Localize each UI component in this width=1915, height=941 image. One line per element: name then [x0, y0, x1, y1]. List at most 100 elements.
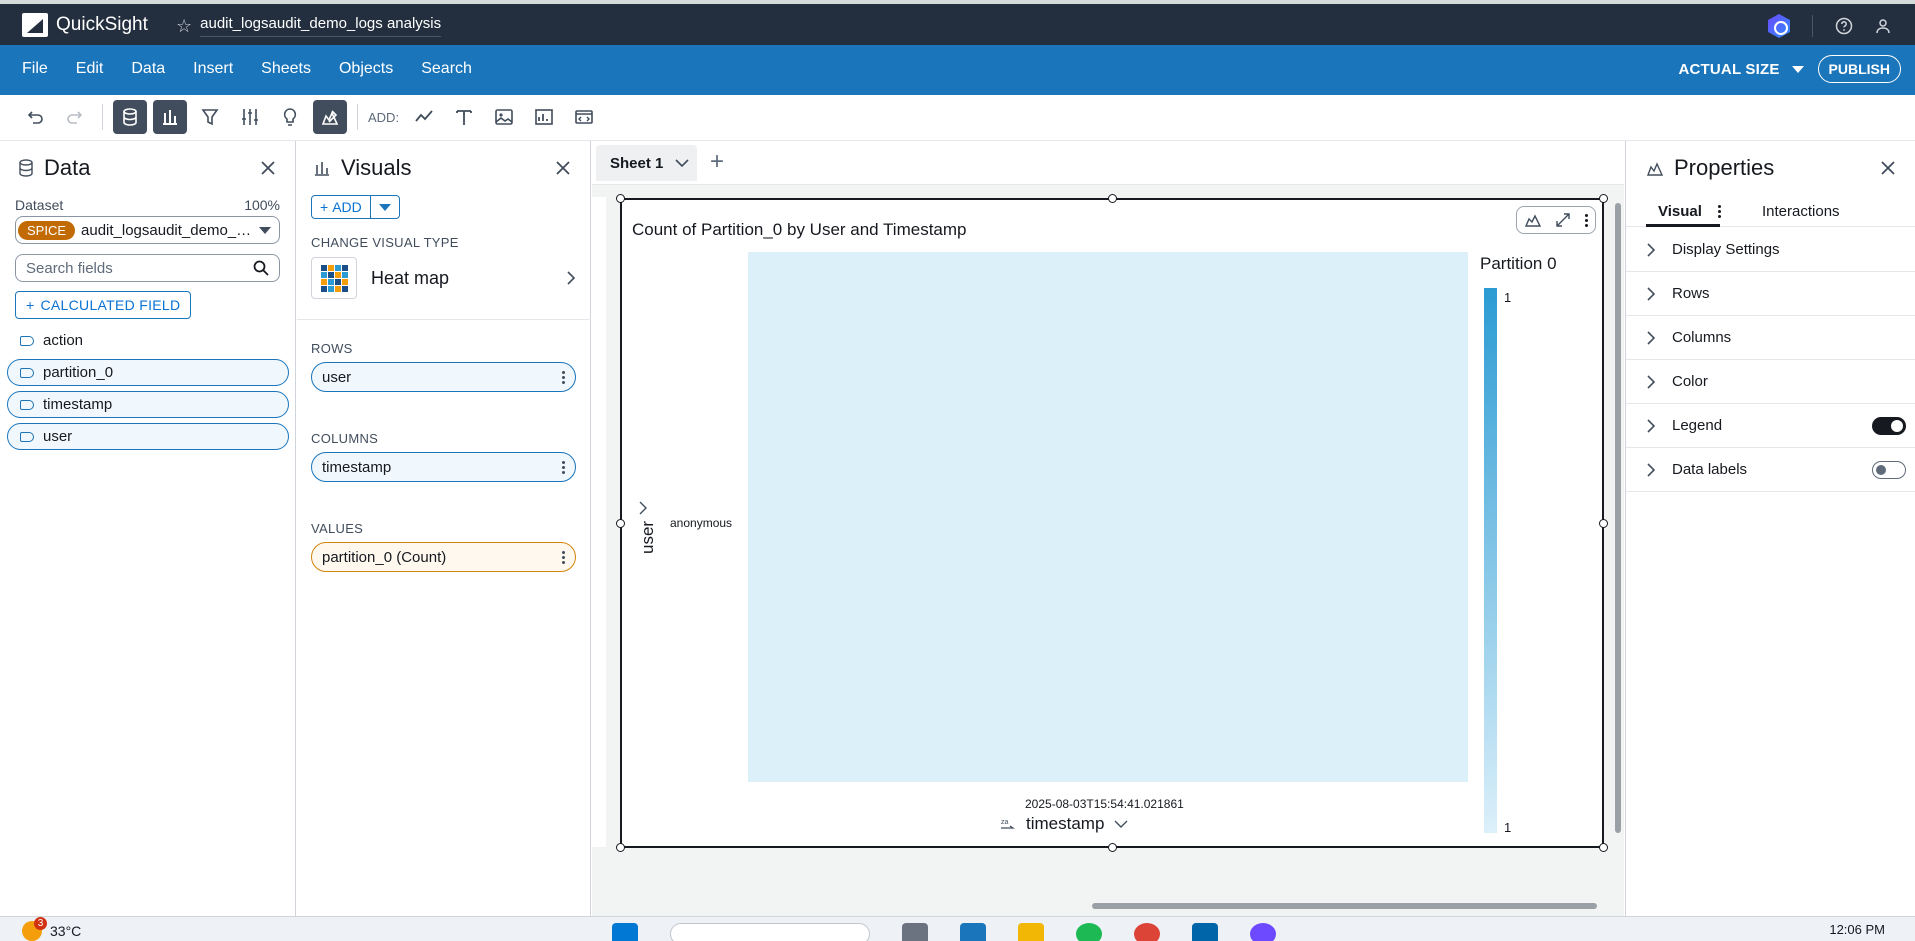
actual-size-dropdown[interactable]: ACTUAL SIZE: [1678, 61, 1804, 78]
analysis-title[interactable]: audit_logsaudit_demo_logs analysis: [200, 15, 442, 37]
taskbar-search-box[interactable]: [670, 923, 870, 941]
values-field-well[interactable]: partition_0 (Count): [311, 542, 576, 572]
more-options-icon[interactable]: [562, 460, 565, 474]
resize-handle[interactable]: [1108, 843, 1117, 852]
more-options-icon[interactable]: [562, 550, 565, 564]
resize-handle[interactable]: [1108, 194, 1117, 203]
chevron-right-icon[interactable]: [638, 500, 648, 516]
scrollbar-thumb[interactable]: [1092, 903, 1597, 909]
tab-interactions[interactable]: Interactions: [1762, 203, 1840, 220]
menu-objects[interactable]: Objects: [339, 60, 393, 78]
prop-row-data-labels[interactable]: Data labels: [1626, 448, 1915, 492]
redo-button[interactable]: [58, 100, 92, 134]
weather-sun-icon: 3: [22, 917, 47, 941]
resize-handle[interactable]: [1599, 194, 1608, 203]
scrollbar-thumb[interactable]: [1615, 203, 1621, 833]
resize-handle[interactable]: [1599, 843, 1608, 852]
prop-row-color[interactable]: Color: [1626, 360, 1915, 404]
menu-file[interactable]: File: [22, 60, 48, 78]
calculated-field-button[interactable]: + CALCULATED FIELD: [15, 291, 192, 319]
chevron-down-icon[interactable]: [1114, 819, 1128, 829]
heat-map-cell[interactable]: [748, 252, 1468, 782]
close-icon[interactable]: [554, 159, 572, 177]
add-sheet-icon[interactable]: +: [710, 150, 724, 174]
prop-row-legend[interactable]: Legend: [1626, 404, 1915, 448]
spotify-icon[interactable]: [1076, 923, 1102, 941]
amazon-q-icon[interactable]: [1768, 14, 1790, 38]
add-text-button[interactable]: [447, 100, 481, 134]
field-item-partition-0[interactable]: partition_0: [7, 359, 289, 386]
undo-button[interactable]: [18, 100, 52, 134]
menu-list: File Edit Data Insert Sheets Objects Sea…: [22, 60, 472, 78]
field-item-timestamp[interactable]: timestamp: [7, 391, 289, 418]
add-visual-button[interactable]: + ADD: [312, 196, 371, 218]
data-labels-toggle[interactable]: [1872, 460, 1906, 479]
publish-button[interactable]: PUBLISH: [1817, 55, 1901, 83]
search-fields-input[interactable]: Search fields: [15, 254, 280, 282]
add-visual-dropdown[interactable]: [371, 196, 399, 218]
prop-row-rows[interactable]: Rows: [1626, 272, 1915, 316]
close-icon[interactable]: [1879, 159, 1897, 177]
visual-type-selector[interactable]: Heat map: [311, 256, 576, 300]
resize-handle[interactable]: [616, 519, 625, 528]
format-visual-icon[interactable]: [1524, 212, 1542, 228]
chevron-right-icon: [1647, 242, 1656, 257]
sheet-tab[interactable]: Sheet 1: [596, 145, 698, 181]
rows-field-well[interactable]: user: [311, 362, 576, 392]
vscode-icon[interactable]: [1192, 923, 1218, 941]
chevron-right-icon: [1647, 462, 1656, 477]
prop-row-columns[interactable]: Columns: [1626, 316, 1915, 360]
dataset-select[interactable]: SPICE audit_logsaudit_demo_logs: [15, 216, 280, 244]
sort-icon[interactable]: za: [1000, 817, 1016, 831]
add-embed-button[interactable]: [567, 100, 601, 134]
more-options-icon[interactable]: [1718, 203, 1721, 218]
expand-icon[interactable]: [1555, 212, 1571, 228]
legend-toggle[interactable]: [1872, 416, 1906, 435]
user-profile-icon[interactable]: [1875, 18, 1891, 34]
properties-pane-toggle[interactable]: [313, 100, 347, 134]
resize-handle[interactable]: [1599, 519, 1608, 528]
columns-field-well[interactable]: timestamp: [311, 452, 576, 482]
messenger-icon[interactable]: [1250, 923, 1276, 941]
quicksight-logo[interactable]: QuickSight: [22, 13, 148, 37]
analysis-title-wrap: ☆ audit_logsaudit_demo_logs analysis: [176, 15, 442, 37]
filter-button[interactable]: [193, 100, 227, 134]
menu-insert[interactable]: Insert: [193, 60, 233, 78]
widgets-icon[interactable]: [960, 923, 986, 941]
add-line-visual-button[interactable]: [407, 100, 441, 134]
data-pane-toggle[interactable]: [113, 100, 147, 134]
parameters-button[interactable]: [233, 100, 267, 134]
add-insight-button[interactable]: [527, 100, 561, 134]
prop-row-display-settings[interactable]: Display Settings: [1626, 228, 1915, 272]
help-icon[interactable]: [1835, 17, 1853, 35]
insights-button[interactable]: [273, 100, 307, 134]
visuals-pane-toggle[interactable]: [153, 100, 187, 134]
task-view-icon[interactable]: [902, 923, 928, 941]
resize-handle[interactable]: [616, 194, 625, 203]
star-icon[interactable]: ☆: [176, 17, 192, 35]
chrome-icon[interactable]: [1134, 923, 1160, 941]
menu-search[interactable]: Search: [421, 60, 472, 78]
more-options-icon[interactable]: [1585, 213, 1589, 227]
menu-sheets[interactable]: Sheets: [261, 60, 311, 78]
field-item-action[interactable]: action: [7, 327, 289, 354]
weather-widget[interactable]: 3 33°C: [22, 917, 81, 941]
bar-chart-icon: [163, 110, 177, 125]
visual-title[interactable]: Count of Partition_0 by User and Timesta…: [632, 220, 967, 240]
menu-edit[interactable]: Edit: [76, 60, 104, 78]
tab-visual[interactable]: Visual: [1658, 203, 1702, 220]
close-icon[interactable]: [259, 159, 277, 177]
heat-map-visual[interactable]: Count of Partition_0 by User and Timesta…: [616, 194, 1608, 852]
field-item-user[interactable]: user: [7, 423, 289, 450]
vertical-scrollbar[interactable]: [1614, 191, 1622, 881]
menu-data[interactable]: Data: [131, 60, 165, 78]
chevron-down-icon[interactable]: [675, 158, 689, 168]
file-explorer-icon[interactable]: [1018, 923, 1044, 941]
field-name: partition_0: [43, 364, 114, 381]
windows-start-icon[interactable]: [612, 923, 638, 941]
search-icon: [253, 260, 269, 276]
more-options-icon[interactable]: [562, 370, 565, 384]
resize-handle[interactable]: [616, 843, 625, 852]
horizontal-scrollbar[interactable]: [592, 901, 1624, 911]
add-image-button[interactable]: [487, 100, 521, 134]
